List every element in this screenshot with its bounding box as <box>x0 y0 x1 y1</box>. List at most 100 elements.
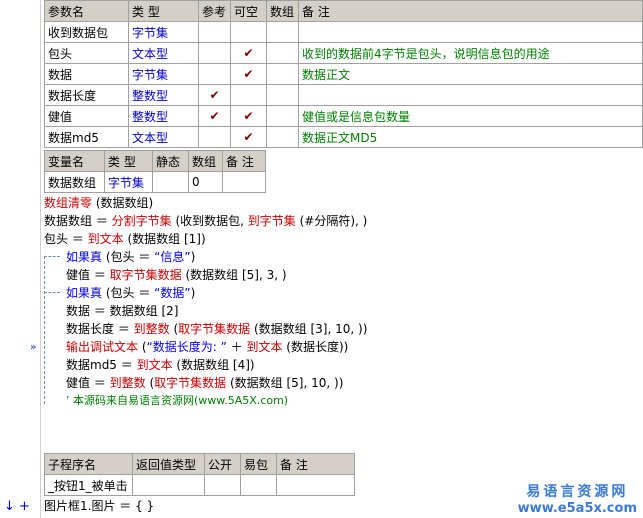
col-header: 公开 <box>204 453 241 475</box>
param-nullable[interactable]: ✔ <box>230 105 267 127</box>
code-line[interactable]: ’ 本源码来自易语言资源网(www.5A5X.com) <box>66 392 288 410</box>
param-ref[interactable] <box>198 42 231 64</box>
code-text: (数据长度)) <box>282 340 349 354</box>
code-keyword: 到文本 <box>246 340 283 354</box>
code-line[interactable]: 如果真 (包头 ＝ “信息”) <box>66 248 195 266</box>
code-keyword: 到文本 <box>136 358 173 372</box>
param-type[interactable]: 文本型 <box>128 126 199 148</box>
table-row[interactable]: 数据md5 文本型 ✔ 数据正文MD5 <box>44 126 643 148</box>
code-line[interactable]: 数据长度 ＝ 到整数 (取字节集数据 (数据数组 [3], 10, )) <box>66 320 367 338</box>
param-array[interactable] <box>266 42 299 64</box>
param-type[interactable]: 文本型 <box>128 42 199 64</box>
var-static[interactable] <box>152 171 189 193</box>
code-line[interactable]: 健值 ＝ 到整数 (取字节集数据 (数据数组 [5], 10, )) <box>66 374 343 392</box>
code-line[interactable]: 如果真 (包头 ＝ “数据”) <box>66 284 195 302</box>
param-type[interactable]: 字节集 <box>128 21 199 43</box>
param-array[interactable] <box>266 126 299 148</box>
param-array[interactable] <box>266 21 299 43</box>
code-keyword: 取字节集数据 <box>154 376 227 390</box>
param-name[interactable]: 数据 <box>44 63 129 85</box>
code-keyword: 到文本 <box>87 232 124 246</box>
code-keyword: 到整数 <box>109 376 146 390</box>
param-note[interactable] <box>298 21 643 43</box>
param-name[interactable]: 健值 <box>44 105 129 127</box>
code-string: “数据长度为: ” <box>146 340 227 354</box>
param-nullable[interactable]: ✔ <box>230 126 267 148</box>
param-nullable[interactable]: ✔ <box>230 42 267 64</box>
table-row[interactable]: 数据数组 字节集 0 <box>44 171 266 193</box>
param-ref[interactable]: ✔ <box>198 84 231 106</box>
code-keyword: 取字节集数据 <box>178 322 251 336</box>
table-row[interactable]: 包头 文本型 ✔ 收到的数据前4字节是包头，说明信息包的用途 <box>44 42 643 64</box>
param-array[interactable] <box>266 84 299 106</box>
param-note[interactable]: 健值或是信息包数量 <box>298 105 643 127</box>
code-text: (数据数组 [1]) <box>123 232 206 246</box>
param-ref[interactable]: ✔ <box>198 105 231 127</box>
code-line[interactable]: 健值 ＝ 取字节集数据 (数据数组 [5], 3, ) <box>66 266 287 284</box>
param-note[interactable]: 数据正文MD5 <box>298 126 643 148</box>
param-note[interactable]: 收到的数据前4字节是包头，说明信息包的用途 <box>298 42 643 64</box>
code-text: ) <box>190 250 196 264</box>
code-keyword: 如果真 <box>66 250 103 264</box>
sub-public[interactable] <box>204 474 241 496</box>
param-name[interactable]: 收到数据包 <box>44 21 129 43</box>
code-text: 数据长度 ＝ <box>66 322 134 336</box>
table-row[interactable]: _按钮1_被单击 <box>44 474 355 496</box>
col-header: 子程序名 <box>44 453 133 475</box>
param-type[interactable]: 整数型 <box>128 84 199 106</box>
code-keyword: 到字节集 <box>247 214 296 228</box>
code-text: ( <box>138 340 147 354</box>
col-header: 参考 <box>198 0 231 22</box>
param-array[interactable] <box>266 105 299 127</box>
code-line[interactable]: 数据数组 ＝ 分割字节集 (收到数据包, 到字节集 (#分隔符), ) <box>44 212 367 230</box>
table-row[interactable]: 收到数据包 字节集 <box>44 21 643 43</box>
expand-collapse-icon[interactable]: ↓ + <box>4 499 30 514</box>
code-text: 健值 ＝ <box>66 376 110 390</box>
param-nullable[interactable] <box>230 21 267 43</box>
param-name[interactable]: 数据md5 <box>44 126 129 148</box>
code-text: 数据md5 ＝ <box>66 358 137 372</box>
sub-return-type[interactable] <box>132 474 205 496</box>
code-text: (数据数组 [4]) <box>172 358 255 372</box>
col-header: 备 注 <box>222 150 266 172</box>
sub-name[interactable]: _按钮1_被单击 <box>44 474 133 496</box>
code-text: (数据数组 [5], 10, )) <box>226 376 344 390</box>
table-row[interactable]: 数据 字节集 ✔ 数据正文 <box>44 63 643 85</box>
param-type[interactable]: 整数型 <box>128 105 199 127</box>
var-array[interactable]: 0 <box>188 171 223 193</box>
code-comment: ’ 本源码来自易语言资源网(www.5A5X.com) <box>66 394 289 407</box>
code-line[interactable]: 数据 ＝ 数据数组 [2] <box>66 302 178 320</box>
code-line[interactable]: 数组清零 (数据数组) <box>44 194 153 212</box>
param-type[interactable]: 字节集 <box>128 63 199 85</box>
code-line[interactable]: 输出调试文本 (“数据长度为: ” ＋ 到文本 (数据长度)) <box>66 338 348 356</box>
param-ref[interactable] <box>198 126 231 148</box>
col-header: 备 注 <box>298 0 643 22</box>
code-text: (收到数据包, <box>171 214 248 228</box>
code-text: (数据数组) <box>92 196 154 210</box>
sub-pkg[interactable] <box>240 474 277 496</box>
code-line[interactable]: 图片框1.图片 ＝ { } <box>44 497 154 515</box>
param-ref[interactable] <box>198 63 231 85</box>
param-ref[interactable] <box>198 21 231 43</box>
param-nullable[interactable] <box>230 84 267 106</box>
var-note[interactable] <box>222 171 266 193</box>
param-name[interactable]: 数据长度 <box>44 84 129 106</box>
col-header: 静态 <box>152 150 189 172</box>
col-header: 类 型 <box>128 0 199 22</box>
param-note[interactable]: 数据正文 <box>298 63 643 85</box>
table-row[interactable]: 数据长度 整数型 ✔ <box>44 84 643 106</box>
code-line[interactable]: 包头 ＝ 到文本 (数据数组 [1]) <box>44 230 206 248</box>
breakpoint-arrow-icon[interactable]: » <box>30 342 36 353</box>
code-line[interactable]: 数据md5 ＝ 到文本 (数据数组 [4]) <box>66 356 255 374</box>
line-gutter <box>0 0 41 518</box>
param-note[interactable] <box>298 84 643 106</box>
param-array[interactable] <box>266 63 299 85</box>
var-type[interactable]: 字节集 <box>104 171 153 193</box>
col-header: 数组 <box>266 0 299 22</box>
sub-table-header: 子程序名 返回值类型 公开 易包 备 注 <box>44 453 355 475</box>
param-name[interactable]: 包头 <box>44 42 129 64</box>
table-row[interactable]: 健值 整数型 ✔ ✔ 健值或是信息包数量 <box>44 105 643 127</box>
param-nullable[interactable]: ✔ <box>230 63 267 85</box>
var-name[interactable]: 数据数组 <box>44 171 105 193</box>
sub-note[interactable] <box>276 474 355 496</box>
